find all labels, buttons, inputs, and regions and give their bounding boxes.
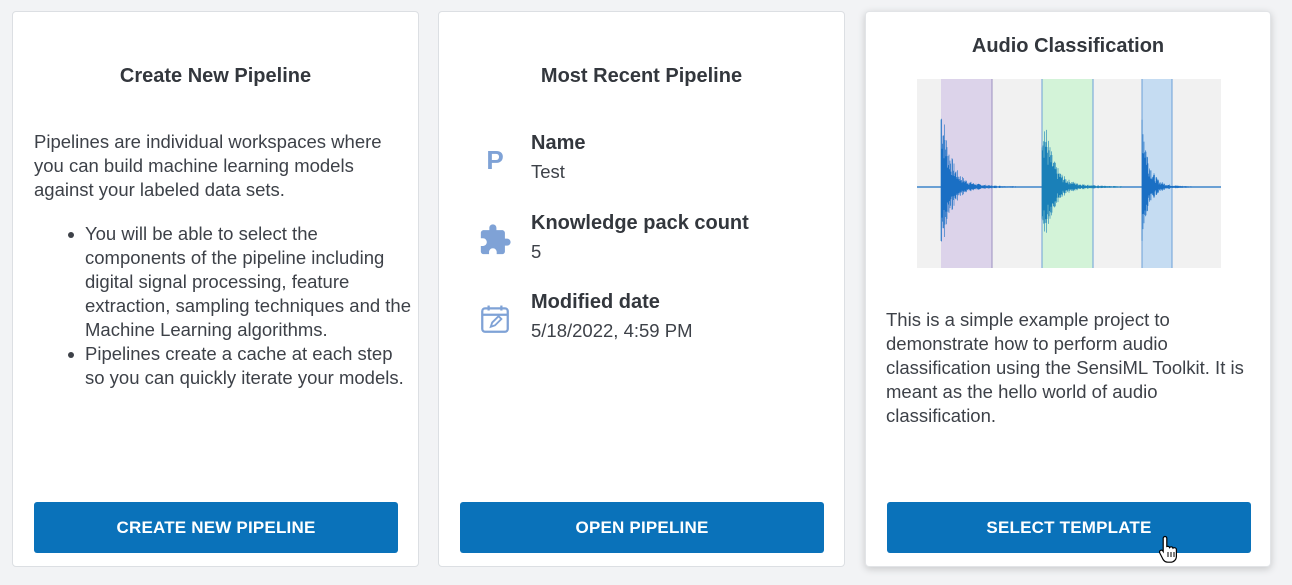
knowledge-pack-count-value: 5 [531, 241, 542, 262]
calendar-edit-icon [475, 299, 515, 339]
pipeline-name-row: P Name Test [475, 132, 825, 192]
hand-pointer-icon [1158, 535, 1177, 563]
open-pipeline-button[interactable]: OPEN PIPELINE [460, 502, 824, 553]
knowledge-pack-count-label: Knowledge pack count [531, 212, 749, 234]
template-description: This is a simple example project to demo… [886, 309, 1244, 426]
select-template-button[interactable]: SELECT TEMPLATE [887, 502, 1251, 553]
modified-date-value: 5/18/2022, 4:59 PM [531, 320, 693, 341]
puzzle-piece-icon [475, 220, 515, 260]
most-recent-pipeline-title: Most Recent Pipeline [540, 65, 743, 87]
knowledge-pack-count-row: Knowledge pack count 5 [475, 212, 825, 272]
modified-date-row: Modified date 5/18/2022, 4:59 PM [475, 291, 825, 351]
pipeline-name-value: Test [531, 161, 565, 182]
create-new-pipeline-button[interactable]: CREATE NEW PIPELINE [34, 502, 398, 553]
create-pipeline-card: Create New Pipeline Pipelines are indivi… [12, 11, 419, 567]
most-recent-pipeline-card: Most Recent Pipeline P Name Test Knowled… [438, 11, 845, 567]
create-pipeline-title: Create New Pipeline [119, 65, 312, 87]
bullet-item: You will be able to select the component… [63, 222, 413, 342]
letter-p-icon: P [486, 144, 504, 175]
create-pipeline-description: Pipelines are individual workspaces wher… [34, 131, 382, 200]
audio-waveform-image [917, 79, 1221, 268]
modified-date-label: Modified date [531, 291, 660, 313]
pipeline-name-label: Name [531, 132, 586, 154]
template-title: Audio Classification [971, 35, 1165, 57]
audio-classification-template-card[interactable]: Audio Classification This is a simple ex… [865, 11, 1271, 567]
create-pipeline-bullet-list: You will be able to select the component… [63, 222, 413, 390]
bullet-item: Pipelines create a cache at each step so… [63, 342, 413, 390]
